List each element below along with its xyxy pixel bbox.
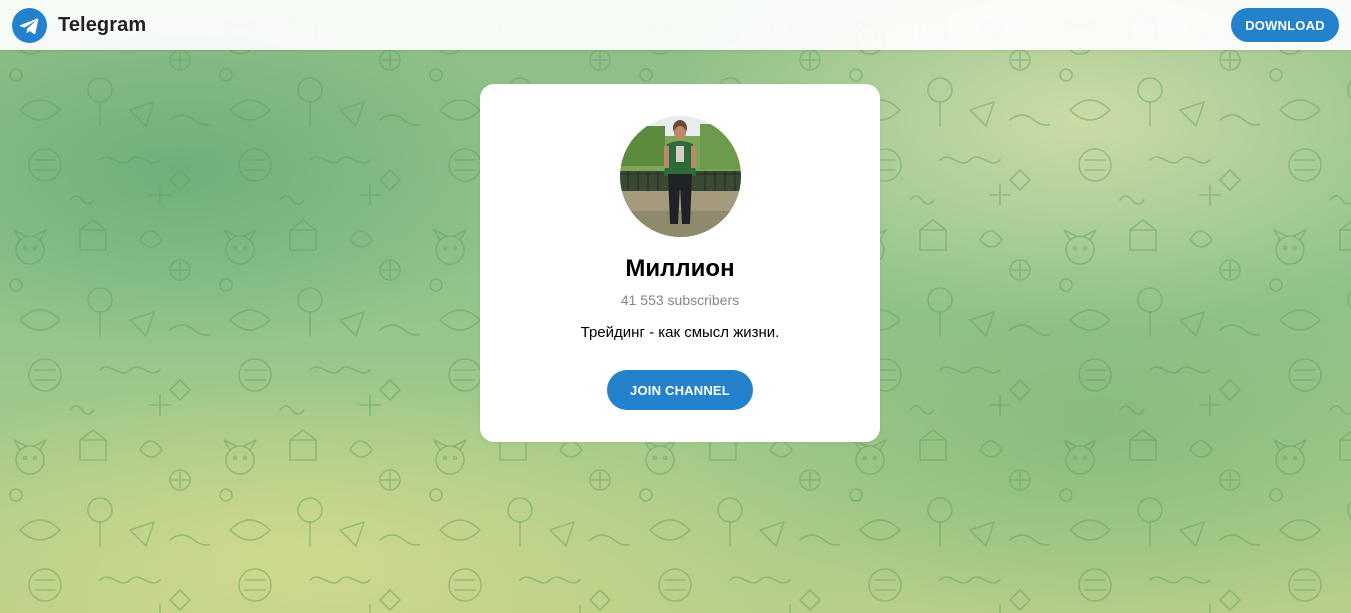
brand-name: Telegram [58,13,147,36]
telegram-logo-link[interactable]: Telegram [12,7,147,43]
channel-avatar [620,116,741,237]
subscriber-count: 41 553 subscribers [620,292,740,308]
join-channel-button[interactable]: JOIN CHANNEL [607,370,753,410]
download-button[interactable]: DOWNLOAD [1231,8,1339,42]
channel-description: Трейдинг - как смысл жизни. [580,324,780,341]
channel-title: Миллион [625,255,735,282]
top-header: Telegram DOWNLOAD [0,0,1351,50]
telegram-paper-plane-icon [12,7,47,43]
channel-card: Миллион 41 553 subscribers Трейдинг - ка… [480,84,880,442]
